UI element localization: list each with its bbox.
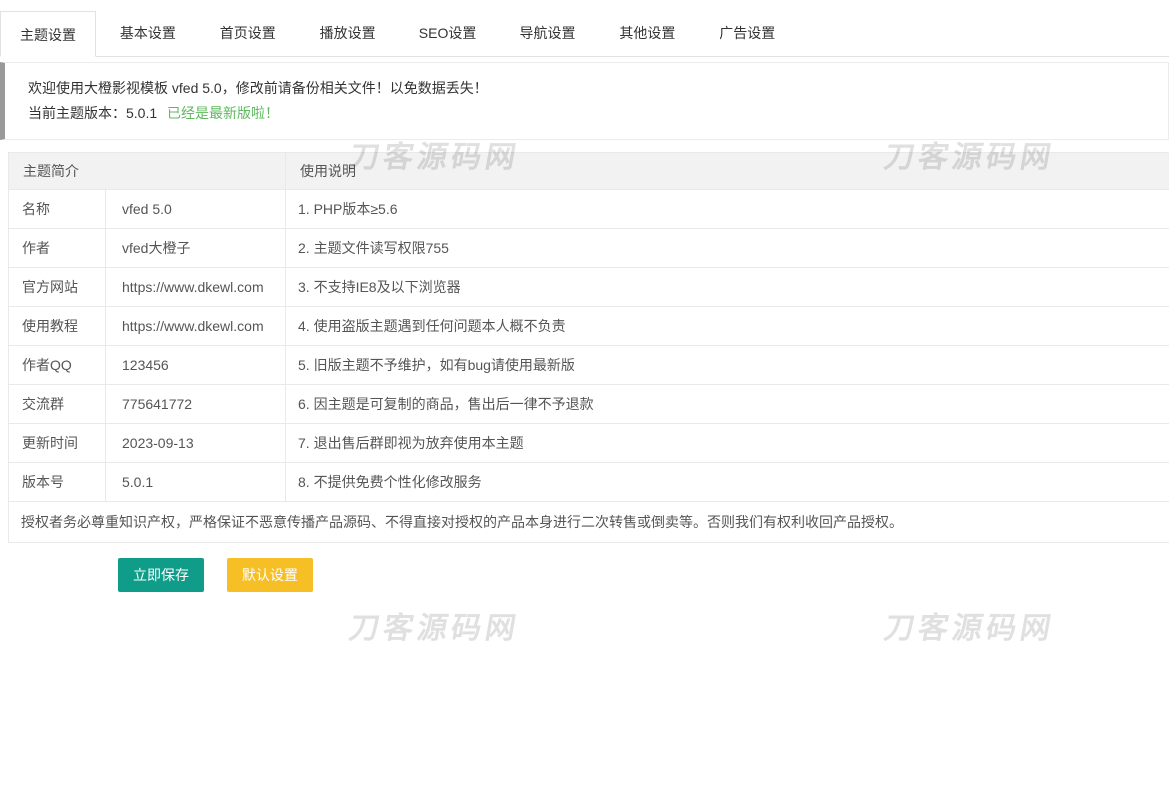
watermark-text: 刀客源码网 <box>346 603 524 647</box>
row-label: 名称 <box>9 190 106 229</box>
row-instruction: 7. 退出售后群即视为放弃使用本主题 <box>286 424 1169 463</box>
action-buttons: 立即保存 默认设置 <box>118 558 1169 592</box>
row-label: 交流群 <box>9 385 106 424</box>
row-label: 版本号 <box>9 463 106 502</box>
table-footer-row: 授权者务必尊重知识产权，严格保证不恶意传播产品源码、不得直接对授权的产品本身进行… <box>9 502 1169 543</box>
row-instruction: 6. 因主题是可复制的商品，售出后一律不予退款 <box>286 385 1169 424</box>
latest-version-badge: 已经是最新版啦！ <box>167 105 279 121</box>
default-settings-button[interactable]: 默认设置 <box>227 558 313 592</box>
settings-tabbar: 主题设置 基本设置 首页设置 播放设置 SEO设置 导航设置 其他设置 广告设置 <box>0 0 1169 57</box>
tab-nav-settings[interactable]: 导航设置 <box>499 10 595 56</box>
row-value: 2023-09-13 <box>106 424 286 463</box>
save-button[interactable]: 立即保存 <box>118 558 204 592</box>
row-instruction: 3. 不支持IE8及以下浏览器 <box>286 268 1169 307</box>
row-value: 775641772 <box>106 385 286 424</box>
row-value: 123456 <box>106 346 286 385</box>
tab-theme-settings[interactable]: 主题设置 <box>0 11 96 57</box>
row-instruction: 4. 使用盗版主题遇到任何问题本人概不负责 <box>286 307 1169 346</box>
tab-seo-settings[interactable]: SEO设置 <box>400 10 496 56</box>
table-row: 官方网站 https://www.dkewl.com 3. 不支持IE8及以下浏… <box>9 268 1169 307</box>
row-value: https://www.dkewl.com <box>106 268 286 307</box>
tab-basic-settings[interactable]: 基本设置 <box>100 10 196 56</box>
theme-info-section: 主题简介 使用说明 名称 vfed 5.0 1. PHP版本≥5.6 作者 vf… <box>8 152 1169 543</box>
row-value: vfed 5.0 <box>106 190 286 229</box>
row-value: 5.0.1 <box>106 463 286 502</box>
table-row: 更新时间 2023-09-13 7. 退出售后群即视为放弃使用本主题 <box>9 424 1169 463</box>
tab-home-settings[interactable]: 首页设置 <box>200 10 296 56</box>
table-header-row: 主题简介 使用说明 <box>9 153 1169 190</box>
row-instruction: 1. PHP版本≥5.6 <box>286 190 1169 229</box>
table-row: 作者QQ 123456 5. 旧版主题不予维护，如有bug请使用最新版 <box>9 346 1169 385</box>
table-row: 使用教程 https://www.dkewl.com 4. 使用盗版主题遇到任何… <box>9 307 1169 346</box>
row-label: 作者QQ <box>9 346 106 385</box>
table-row: 交流群 775641772 6. 因主题是可复制的商品，售出后一律不予退款 <box>9 385 1169 424</box>
notice-line-1: 欢迎使用大橙影视模板 vfed 5.0，修改前请备份相关文件！以免数据丢失！ <box>28 76 1148 101</box>
theme-info-table: 主题简介 使用说明 名称 vfed 5.0 1. PHP版本≥5.6 作者 vf… <box>8 152 1169 543</box>
current-version-text: 当前主题版本：5.0.1 <box>28 105 157 121</box>
row-label: 官方网站 <box>9 268 106 307</box>
row-label: 使用教程 <box>9 307 106 346</box>
table-row: 版本号 5.0.1 8. 不提供免费个性化修改服务 <box>9 463 1169 502</box>
tab-ad-settings[interactable]: 广告设置 <box>699 10 795 56</box>
watermark-text: 刀客源码网 <box>881 603 1059 647</box>
table-row: 作者 vfed大橙子 2. 主题文件读写权限755 <box>9 229 1169 268</box>
notice-line-2: 当前主题版本：5.0.1 已经是最新版啦！ <box>28 101 1148 126</box>
table-row: 名称 vfed 5.0 1. PHP版本≥5.6 <box>9 190 1169 229</box>
row-instruction: 5. 旧版主题不予维护，如有bug请使用最新版 <box>286 346 1169 385</box>
row-value: vfed大橙子 <box>106 229 286 268</box>
header-usage-notes: 使用说明 <box>286 153 1169 190</box>
row-value: https://www.dkewl.com <box>106 307 286 346</box>
row-instruction: 8. 不提供免费个性化修改服务 <box>286 463 1169 502</box>
row-instruction: 2. 主题文件读写权限755 <box>286 229 1169 268</box>
header-theme-intro: 主题简介 <box>9 153 286 190</box>
row-label: 作者 <box>9 229 106 268</box>
tab-other-settings[interactable]: 其他设置 <box>599 10 695 56</box>
tab-play-settings[interactable]: 播放设置 <box>300 10 396 56</box>
row-label: 更新时间 <box>9 424 106 463</box>
copyright-notice: 授权者务必尊重知识产权，严格保证不恶意传播产品源码、不得直接对授权的产品本身进行… <box>9 502 1169 543</box>
welcome-notice: 欢迎使用大橙影视模板 vfed 5.0，修改前请备份相关文件！以免数据丢失！ 当… <box>0 62 1169 140</box>
